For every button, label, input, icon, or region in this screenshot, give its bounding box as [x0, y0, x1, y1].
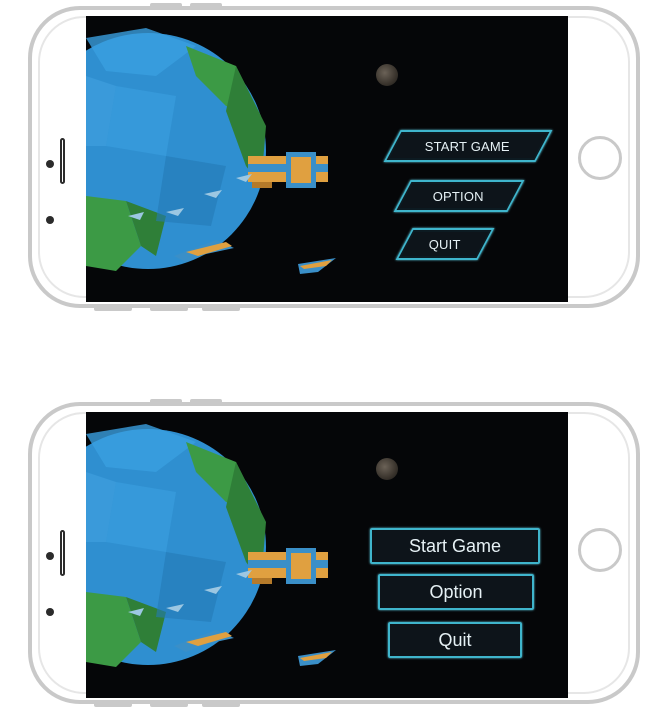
moon-icon: [376, 64, 398, 86]
side-key: [150, 703, 188, 707]
spaceship-mothership-icon: [248, 152, 328, 188]
front-camera-icon: [46, 160, 54, 168]
side-key: [202, 703, 240, 707]
option-label: Option: [429, 581, 483, 602]
quit-label: Quit: [438, 629, 472, 650]
quit-button[interactable]: Quit: [388, 622, 522, 658]
planet-icon: [86, 28, 266, 271]
side-key: [94, 307, 132, 311]
spaceship-mothership-icon: [248, 548, 328, 584]
home-button[interactable]: [578, 136, 622, 180]
volume-key: [190, 3, 222, 7]
side-key: [202, 307, 240, 311]
phone-mockup-bottom: Start Game Option Quit: [28, 399, 640, 707]
side-key: [150, 307, 188, 311]
speaker-icon: [60, 530, 65, 576]
sensor-icon: [46, 608, 54, 616]
planet-icon: [86, 424, 266, 667]
volume-key: [190, 399, 222, 403]
side-key: [94, 703, 132, 707]
sensor-icon: [46, 216, 54, 224]
phone-mockup-top: START GAME OPTION QUIT: [28, 3, 640, 311]
front-camera-icon: [46, 552, 54, 560]
volume-key: [150, 3, 182, 7]
start-game-button[interactable]: Start Game: [370, 528, 540, 564]
moon-icon: [376, 458, 398, 480]
option-button[interactable]: Option: [378, 574, 534, 610]
quit-button[interactable]: QUIT: [395, 228, 495, 260]
speaker-icon: [60, 138, 65, 184]
start-game-label: Start Game: [408, 535, 502, 556]
start-game-label: START GAME: [425, 138, 511, 154]
home-button[interactable]: [578, 528, 622, 572]
option-label: OPTION: [433, 188, 485, 204]
quit-label: QUIT: [429, 236, 461, 252]
volume-key: [150, 399, 182, 403]
start-game-button[interactable]: START GAME: [383, 130, 553, 162]
game-screen: START GAME OPTION QUIT: [86, 16, 568, 302]
option-button[interactable]: OPTION: [393, 180, 525, 212]
game-screen: Start Game Option Quit: [86, 412, 568, 698]
